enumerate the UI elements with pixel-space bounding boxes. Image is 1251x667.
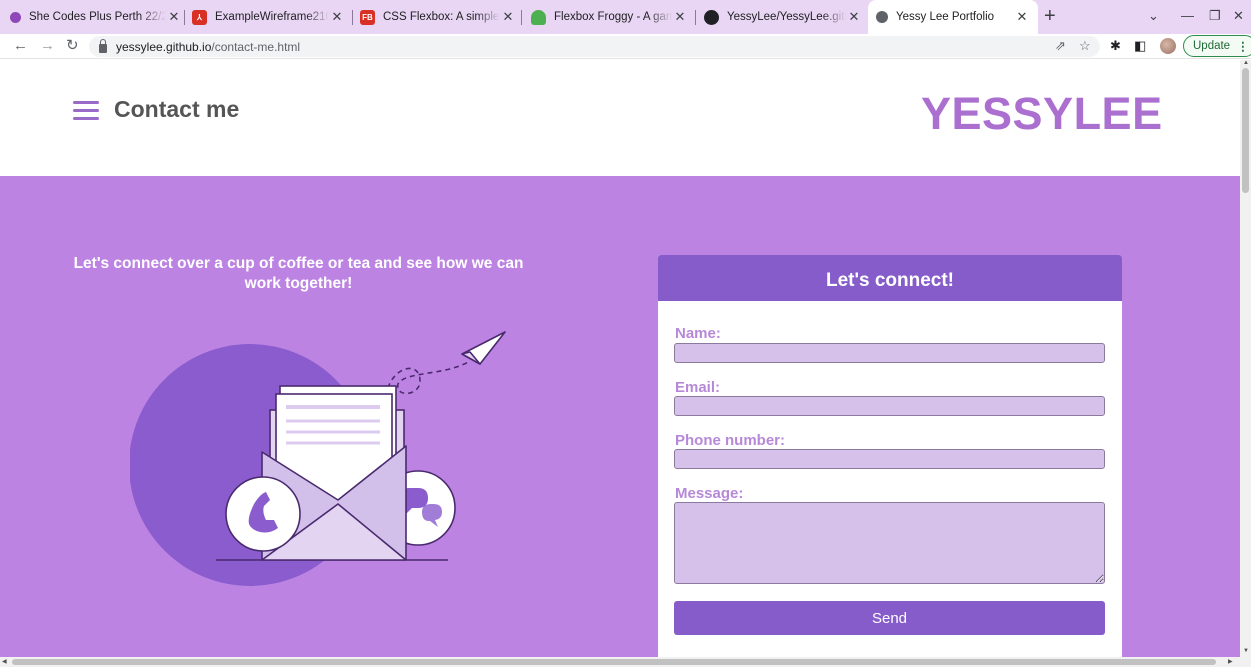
page-viewport: Contact me YESSYLEE Let's connect over a…	[0, 60, 1240, 657]
phone-label: Phone number:	[675, 432, 786, 449]
back-icon[interactable]: ←	[13, 37, 28, 55]
tab-separator	[521, 10, 522, 25]
frog-icon	[531, 9, 546, 25]
globe-icon	[876, 11, 888, 23]
url-host: yessylee.github.io	[116, 39, 212, 54]
tab-label: YessyLee/YessyLee.github.io	[727, 11, 846, 23]
send-button[interactable]: Send	[674, 601, 1105, 635]
restore-icon[interactable]: ❐	[1209, 8, 1221, 24]
hamburger-menu-icon[interactable]	[73, 101, 99, 121]
forward-icon[interactable]: →	[40, 37, 55, 55]
tab-flexbox-froggy[interactable]: Flexbox Froggy - A game for ✕	[531, 5, 688, 29]
site-header: Contact me YESSYLEE	[0, 60, 1240, 176]
browser-tab-strip: She Codes Plus Perth 22/23 ✕ ⅄ ExampleWi…	[0, 0, 1251, 34]
name-input[interactable]	[674, 343, 1105, 363]
github-icon	[704, 9, 719, 25]
tab-yessy-lee-portfolio[interactable]: Yessy Lee Portfolio ✕	[868, 0, 1038, 34]
tab-example-wireframe[interactable]: ⅄ ExampleWireframe21042200 ✕	[192, 5, 345, 29]
tab-label: CSS Flexbox: A simple visual	[383, 11, 500, 23]
more-menu-icon[interactable]: ⋮	[1237, 39, 1249, 53]
flight-path	[387, 360, 471, 395]
phone-input[interactable]	[674, 449, 1105, 469]
side-panel-icon[interactable]: ◧	[1134, 38, 1146, 54]
minimize-icon[interactable]: —	[1181, 8, 1194, 23]
browser-toolbar: ← → ↻ yessylee.github.io/contact-me.html…	[0, 34, 1251, 59]
tab-label: Yessy Lee Portfolio	[896, 11, 995, 23]
envelope-illustration	[130, 331, 506, 586]
close-icon[interactable]: ✕	[672, 9, 688, 25]
window-close-icon[interactable]: ✕	[1233, 8, 1244, 24]
url-path: /contact-me.html	[211, 39, 301, 54]
message-textarea[interactable]	[674, 502, 1105, 584]
name-label: Name:	[675, 325, 721, 342]
address-bar[interactable]: yessylee.github.io/contact-me.html ⇗ ☆	[89, 36, 1100, 57]
paper-plane-icon	[461, 331, 506, 365]
vertical-scroll-thumb[interactable]	[1242, 68, 1249, 193]
tab-github[interactable]: YessyLee/YessyLee.github.io ✕	[704, 5, 862, 29]
reload-icon[interactable]: ↻	[66, 37, 79, 55]
close-icon[interactable]: ✕	[500, 9, 516, 25]
tab-search-icon[interactable]: ⌄	[1148, 8, 1159, 24]
she-codes-icon	[10, 11, 21, 23]
lock-icon	[99, 38, 107, 53]
scroll-up-icon[interactable]: ▲	[1243, 60, 1249, 66]
tab-separator	[352, 10, 353, 25]
close-icon[interactable]: ✕	[1014, 9, 1030, 25]
fb-icon: FB	[360, 9, 375, 25]
scroll-right-icon[interactable]: ▶	[1228, 658, 1233, 665]
brand-logo[interactable]: YESSYLEE	[921, 88, 1163, 140]
close-icon[interactable]: ✕	[846, 9, 862, 25]
page-title: Contact me	[114, 96, 240, 122]
tab-separator	[184, 10, 185, 25]
new-tab-icon[interactable]: +	[1044, 6, 1056, 26]
tab-css-flexbox[interactable]: FB CSS Flexbox: A simple visual ✕	[360, 5, 516, 29]
horizontal-scroll-thumb[interactable]	[12, 659, 1216, 665]
share-icon[interactable]: ⇗	[1055, 38, 1066, 54]
horizontal-scrollbar[interactable]: ◀ ▶	[0, 657, 1251, 667]
pdf-icon: ⅄	[192, 9, 207, 25]
message-label: Message:	[675, 485, 744, 502]
close-icon[interactable]: ✕	[329, 9, 345, 25]
bookmark-star-icon[interactable]: ☆	[1079, 38, 1091, 54]
tab-label: She Codes Plus Perth 22/23	[29, 11, 166, 23]
close-icon[interactable]: ✕	[166, 9, 182, 25]
vertical-scrollbar[interactable]: ▲ ▼	[1240, 60, 1251, 657]
tab-separator	[695, 10, 696, 25]
scroll-down-icon[interactable]: ▼	[1243, 648, 1249, 654]
email-label: Email:	[675, 379, 721, 396]
contact-tagline: Let's connect over a cup of coffee or te…	[73, 255, 524, 292]
scroll-left-icon[interactable]: ◀	[2, 658, 7, 665]
tab-label: ExampleWireframe21042200	[215, 11, 329, 23]
tab-she-codes[interactable]: She Codes Plus Perth 22/23 ✕	[10, 5, 182, 29]
email-input[interactable]	[674, 396, 1105, 416]
update-label: Update	[1193, 40, 1231, 52]
form-heading: Let's connect!	[658, 255, 1122, 301]
update-button[interactable]: Update ⋮	[1183, 35, 1251, 57]
contact-form: Let's connect! Name: Email: Phone number…	[658, 255, 1122, 657]
contact-section: Let's connect over a cup of coffee or te…	[0, 176, 1240, 657]
tab-label: Flexbox Froggy - A game for	[554, 11, 672, 23]
profile-avatar[interactable]	[1160, 38, 1176, 54]
extensions-icon[interactable]: ✱	[1110, 38, 1121, 54]
